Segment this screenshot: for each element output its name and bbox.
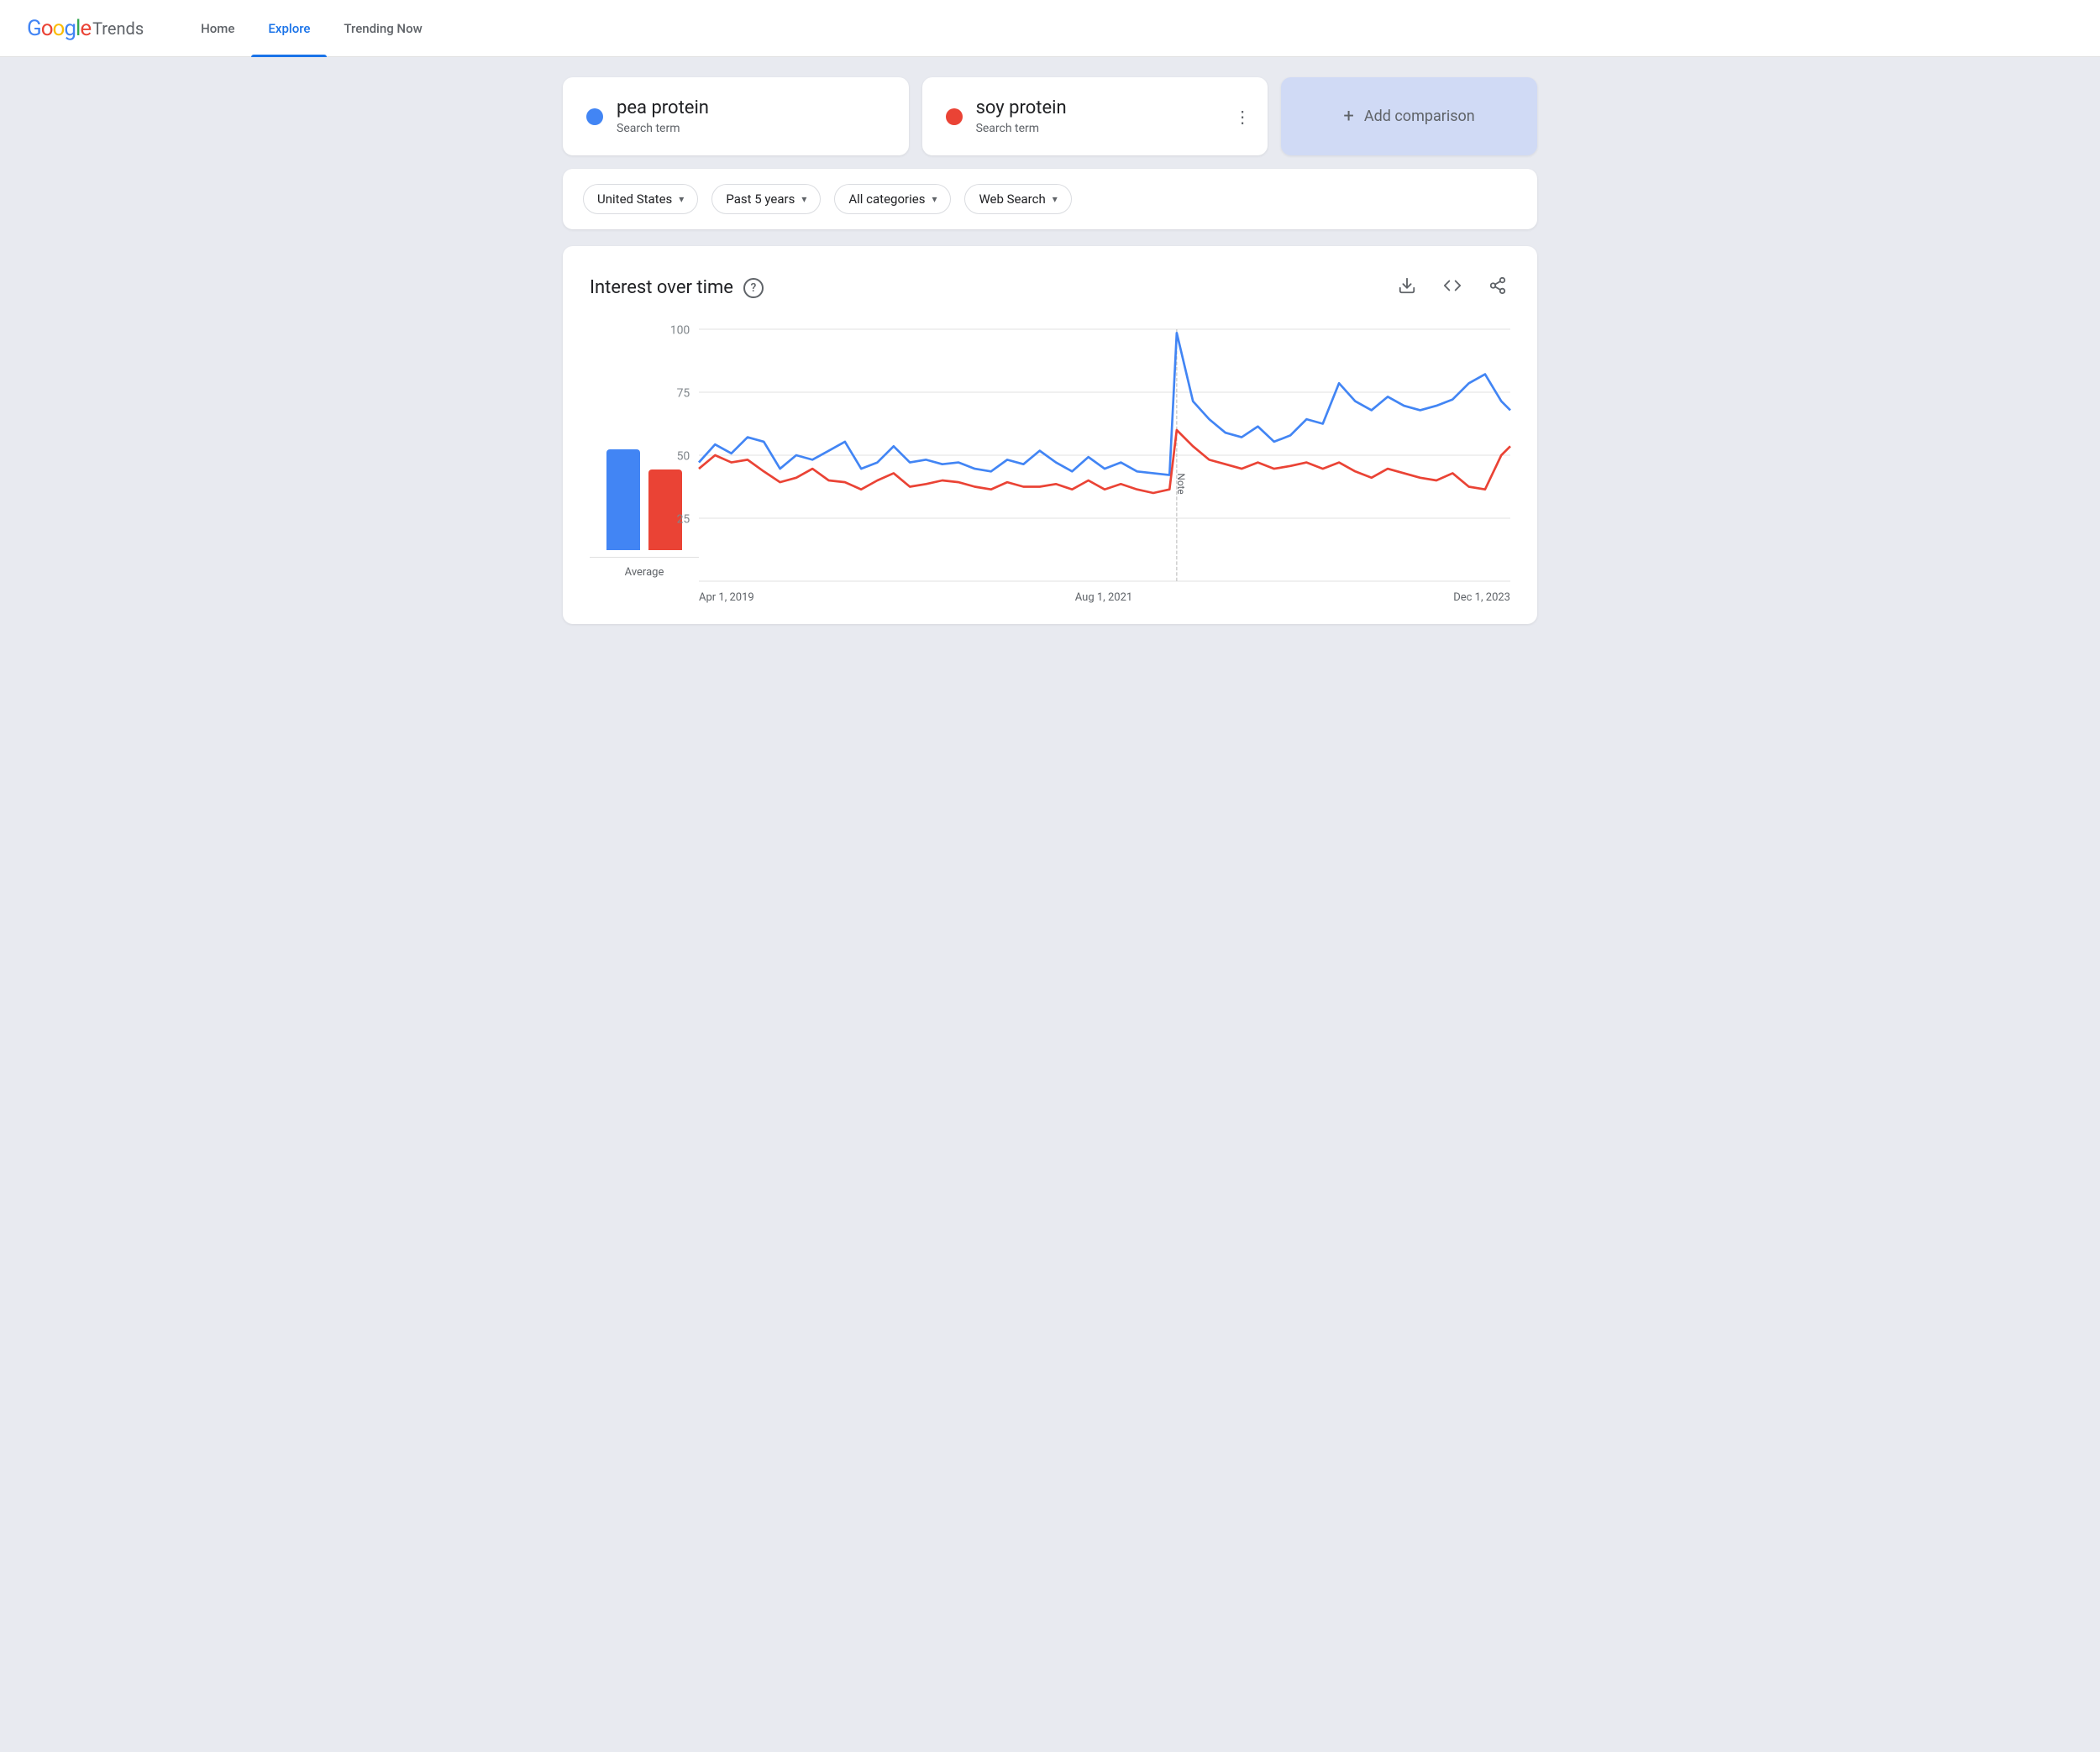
soy-protein-menu-icon[interactable]: ⋮	[1234, 108, 1251, 125]
svg-text:25: 25	[677, 512, 690, 526]
pea-protein-type: Search term	[617, 122, 709, 135]
filter-time[interactable]: Past 5 years ▾	[711, 184, 821, 214]
filter-category-label: All categories	[848, 191, 925, 207]
x-label-mid: Aug 1, 2021	[1075, 591, 1132, 604]
chart-sidebar: Average	[590, 449, 699, 604]
x-label-end: Dec 1, 2023	[1453, 591, 1510, 604]
bar-pea-protein	[606, 449, 640, 550]
filter-search-type[interactable]: Web Search ▾	[964, 184, 1071, 214]
search-terms-row: pea protein Search term soy protein Sear…	[563, 77, 1537, 155]
embed-button[interactable]	[1440, 273, 1465, 302]
search-term-card-pea-protein[interactable]: pea protein Search term	[563, 77, 909, 155]
soy-protein-dot	[946, 108, 963, 125]
filter-category-chevron: ▾	[932, 193, 937, 205]
pea-protein-term: pea protein	[617, 97, 709, 118]
line-chart-svg: 100 75 50 25 Note	[699, 329, 1510, 581]
download-button[interactable]	[1394, 273, 1420, 302]
add-comparison-card[interactable]: + Add comparison	[1281, 77, 1537, 155]
google-wordmark: Google	[27, 16, 91, 41]
pea-protein-dot	[586, 108, 603, 125]
pea-protein-text: pea protein Search term	[617, 97, 709, 135]
bar-chart	[606, 449, 682, 550]
soy-protein-text: soy protein Search term	[976, 97, 1067, 135]
filter-time-chevron: ▾	[801, 193, 806, 205]
main-nav: Home Explore Trending Now	[184, 0, 439, 56]
soy-protein-type: Search term	[976, 122, 1067, 135]
add-icon: +	[1343, 106, 1353, 127]
filter-region[interactable]: United States ▾	[583, 184, 698, 214]
soy-protein-term: soy protein	[976, 97, 1067, 118]
filter-time-label: Past 5 years	[726, 191, 795, 207]
trends-wordmark: Trends	[92, 18, 144, 39]
nav-explore[interactable]: Explore	[251, 0, 327, 57]
filter-region-label: United States	[597, 191, 672, 207]
filters-row: United States ▾ Past 5 years ▾ All categ…	[563, 169, 1537, 229]
help-icon[interactable]: ?	[743, 278, 764, 298]
svg-text:100: 100	[670, 323, 690, 337]
chart-header: Interest over time ?	[590, 273, 1510, 302]
chart-card: Interest over time ?	[563, 246, 1537, 624]
svg-text:75: 75	[677, 386, 690, 400]
chart-title-group: Interest over time ?	[590, 277, 764, 298]
add-comparison-label: Add comparison	[1364, 108, 1475, 125]
line-chart-container: 100 75 50 25 Note Apr 1, 2019 Aug 1, 202…	[699, 329, 1510, 604]
x-label-start: Apr 1, 2019	[699, 591, 754, 604]
average-label: Average	[625, 566, 664, 579]
bar-soy-protein	[648, 469, 682, 550]
nav-trending-now[interactable]: Trending Now	[327, 0, 438, 57]
chart-area: Average 100 75 50 25	[590, 329, 1510, 604]
header: Google Trends Home Explore Trending Now	[0, 0, 2100, 57]
filter-search-type-chevron: ▾	[1053, 193, 1058, 205]
share-button[interactable]	[1485, 273, 1510, 302]
svg-text:50: 50	[677, 449, 690, 463]
chart-actions	[1394, 273, 1510, 302]
filter-search-type-label: Web Search	[979, 191, 1045, 207]
filter-region-chevron: ▾	[679, 193, 684, 205]
filter-category[interactable]: All categories ▾	[834, 184, 951, 214]
search-term-card-soy-protein[interactable]: soy protein Search term ⋮	[922, 77, 1268, 155]
chart-title: Interest over time	[590, 277, 733, 298]
svg-text:Note: Note	[1175, 473, 1187, 494]
logo: Google Trends	[27, 16, 144, 41]
main-content: pea protein Search term soy protein Sear…	[529, 57, 1571, 644]
nav-home[interactable]: Home	[184, 0, 251, 57]
x-axis-labels: Apr 1, 2019 Aug 1, 2021 Dec 1, 2023	[699, 585, 1510, 604]
